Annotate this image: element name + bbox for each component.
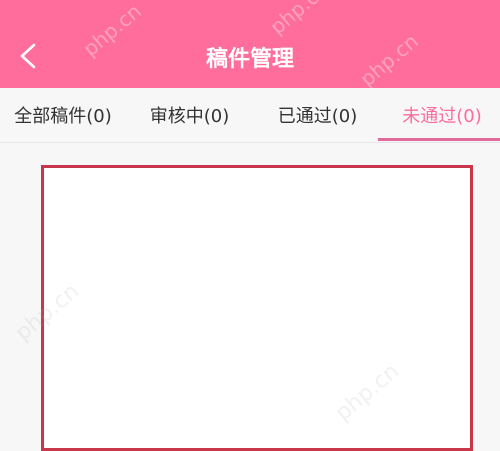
highlighted-content-area [41,165,473,451]
watermark-text: php.cn [265,0,333,40]
tab-approved[interactable]: 已通过(0) [270,88,365,142]
tab-rejected[interactable]: 未通过(0) [392,88,492,142]
active-tab-indicator [378,138,500,141]
tab-bar: 全部稿件(0) 审核中(0) 已通过(0) 未通过(0) [0,88,500,143]
top-app-bar: 稿件管理 php.cn php.cn php.cn [0,0,500,91]
tab-reviewing[interactable]: 审核中(0) [142,88,237,142]
page-title: 稿件管理 [205,47,294,72]
tab-all[interactable]: 全部稿件(0) [8,88,118,142]
